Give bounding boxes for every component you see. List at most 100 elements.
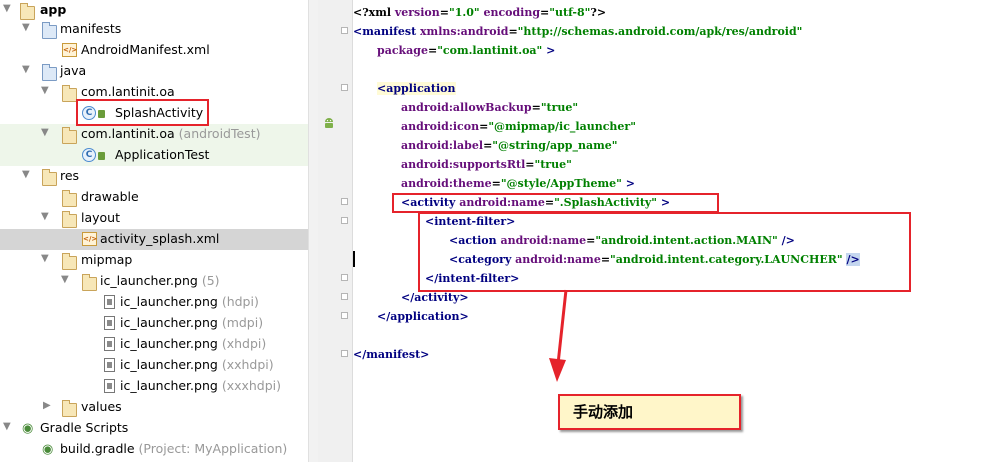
tree-item-gradle-scripts[interactable]: ▼ ◉ Gradle Scripts	[0, 418, 308, 439]
tree-item-values[interactable]: ▶ values	[0, 397, 308, 418]
code-token: ?>	[590, 6, 607, 19]
code-token: </activity>	[401, 291, 469, 304]
tree-item-sublabel: (hdpi)	[221, 294, 259, 309]
project-tree: ▼ app ▼ manifests </> AndroidManifest.xm…	[0, 0, 308, 462]
fold-marker-icon[interactable]	[341, 217, 348, 224]
code-token: </application>	[377, 310, 469, 323]
tree-item-layout[interactable]: ▼ layout	[0, 208, 308, 229]
gradle-file-icon: ◉	[42, 442, 54, 457]
folder-icon	[42, 64, 57, 81]
tree-item-app[interactable]: ▼ app	[0, 0, 308, 21]
code-line-10: android:theme="@style/AppTheme" >	[401, 174, 635, 193]
tree-item-mipmap[interactable]: ▼ mipmap	[0, 250, 308, 271]
chevron-down-icon[interactable]: ▼	[22, 22, 30, 33]
fold-marker-icon[interactable]	[341, 198, 348, 205]
image-file-icon	[104, 316, 115, 330]
chevron-down-icon[interactable]: ▼	[61, 274, 69, 285]
tree-item-label: ic_launcher.png	[120, 294, 218, 309]
chevron-down-icon[interactable]: ▼	[41, 127, 49, 138]
tree-item-java[interactable]: ▼ java	[0, 61, 308, 82]
tree-item-androidmanifest[interactable]: </> AndroidManifest.xml	[0, 40, 308, 61]
tree-item-ic-launcher-xxxhdpi[interactable]: ic_launcher.png (xxxhdpi)	[0, 376, 308, 397]
folder-icon	[62, 211, 77, 228]
tree-item-label: mipmap	[81, 252, 133, 267]
annotation-note: 手动添加	[558, 394, 741, 430]
tree-item-label-wrap: ic_launcher.png (xhdpi)	[120, 336, 266, 351]
tree-item-sublabel: (mdpi)	[221, 315, 264, 330]
tree-item-ic-launcher-xxhdpi[interactable]: ic_launcher.png (xxhdpi)	[0, 355, 308, 376]
android-icon[interactable]	[323, 117, 335, 129]
chevron-down-icon[interactable]: ▼	[3, 3, 11, 14]
code-token: =	[483, 139, 493, 152]
fold-marker-icon[interactable]	[341, 274, 348, 281]
tree-item-package-test[interactable]: ▼ com.lantinit.oa (androidTest)	[0, 124, 308, 145]
code-token: version	[394, 6, 440, 19]
tree-item-build-gradle[interactable]: ◉ build.gradle (Project: MyApplication)	[0, 439, 308, 460]
code-token: android:icon	[401, 120, 480, 133]
fold-marker-icon[interactable]	[341, 27, 348, 34]
fold-marker-icon[interactable]	[341, 312, 348, 319]
tree-item-ic-launcher-group[interactable]: ▼ ic_launcher.png (5)	[0, 271, 308, 292]
code-token: android:allowBackup	[401, 101, 532, 114]
image-file-icon	[104, 379, 115, 393]
tree-item-label-wrap: ic_launcher.png (xxxhdpi)	[120, 378, 281, 393]
tree-item-label: values	[81, 399, 122, 414]
code-token: =	[531, 101, 541, 114]
tree-item-drawable[interactable]: drawable	[0, 187, 308, 208]
tree-item-manifests[interactable]: ▼ manifests	[0, 19, 308, 40]
chevron-down-icon[interactable]: ▼	[41, 253, 49, 264]
tree-item-label: com.lantinit.oa	[81, 126, 175, 141]
folder-icon	[62, 400, 77, 417]
lock-icon	[98, 152, 105, 160]
chevron-right-icon[interactable]: ▶	[43, 400, 51, 411]
code-token: "utf-8"	[549, 6, 591, 19]
fold-marker-icon[interactable]	[341, 350, 348, 357]
tree-item-ic-launcher-mdpi[interactable]: ic_launcher.png (mdpi)	[0, 313, 308, 334]
tree-item-sublabel: (xhdpi)	[221, 336, 267, 351]
highlight-box-splashactivity	[76, 99, 209, 126]
chevron-down-icon[interactable]: ▼	[41, 211, 49, 222]
tree-item-label: manifests	[60, 21, 122, 36]
xml-file-icon: </>	[62, 43, 77, 57]
tree-item-activity-splash-xml[interactable]: </> activity_splash.xml	[0, 229, 308, 250]
code-token: =	[427, 44, 438, 57]
package-icon	[62, 85, 77, 102]
highlight-box-intent-filter	[418, 212, 911, 292]
tree-item-ic-launcher-hdpi[interactable]: ic_launcher.png (hdpi)	[0, 292, 308, 313]
folder-icon	[62, 190, 77, 207]
tree-item-applicationtest[interactable]: C ApplicationTest	[0, 145, 308, 166]
tree-item-label-wrap: ic_launcher.png (xxhdpi)	[120, 357, 274, 372]
code-line-8: android:label="@string/app_name"	[401, 136, 617, 155]
tree-item-label-wrap: ic_launcher.png (hdpi)	[120, 294, 259, 309]
chevron-down-icon[interactable]: ▼	[41, 85, 49, 96]
code-token: "1.0"	[449, 6, 480, 19]
code-line-3: package="com.lantinit.oa" >	[377, 41, 555, 60]
tree-item-label: app	[40, 2, 67, 17]
tree-item-label: ic_launcher.png	[120, 336, 218, 351]
code-token: =	[479, 120, 489, 133]
code-line-5: <application	[377, 79, 456, 98]
tree-item-label: ApplicationTest	[115, 147, 210, 162]
layout-xml-icon: </>	[82, 232, 97, 246]
tree-item-sublabel: (xxhdpi)	[221, 357, 274, 372]
tree-item-ic-launcher-xhdpi[interactable]: ic_launcher.png (xhdpi)	[0, 334, 308, 355]
code-token: xmlns:android	[420, 25, 509, 38]
chevron-down-icon[interactable]: ▼	[22, 64, 30, 75]
fold-marker-icon[interactable]	[341, 84, 348, 91]
fold-marker-icon[interactable]	[341, 293, 348, 300]
image-file-icon	[104, 337, 115, 351]
code-token: package	[377, 44, 428, 57]
code-token: "true"	[534, 158, 572, 171]
tree-item-label-wrap: com.lantinit.oa (androidTest)	[81, 126, 260, 141]
editor-gutter	[318, 0, 353, 462]
tree-item-label: Gradle Scripts	[40, 420, 129, 435]
code-token: =	[491, 177, 501, 190]
chevron-down-icon[interactable]: ▼	[3, 421, 11, 432]
code-token: >	[621, 177, 635, 190]
gradle-icon: ◉	[22, 421, 34, 436]
image-file-icon	[104, 295, 115, 309]
tree-item-res[interactable]: ▼ res	[0, 166, 308, 187]
chevron-down-icon[interactable]: ▼	[22, 169, 30, 180]
tree-item-label: drawable	[81, 189, 139, 204]
code-token: <manifest	[353, 25, 420, 38]
